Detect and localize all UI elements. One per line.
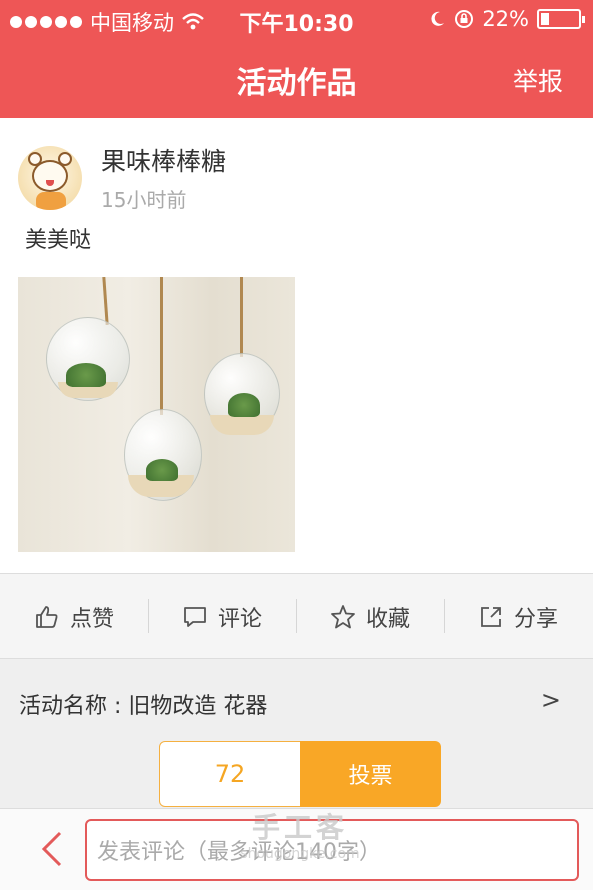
activity-row[interactable]: 活动名称 : 旧物改造 花器 > [0, 660, 593, 745]
share-button[interactable]: 分享 [444, 574, 592, 660]
vote-count: 72 [159, 741, 301, 807]
header: 中国移动 下午10:30 22% 活动作品 举报 [0, 0, 593, 118]
post-image[interactable] [18, 277, 295, 552]
action-bar: 点赞 评论 收藏 分享 [0, 573, 593, 659]
status-bar: 中国移动 下午10:30 22% [0, 0, 593, 38]
back-icon[interactable] [38, 829, 68, 869]
like-button[interactable]: 点赞 [0, 574, 148, 660]
comment-icon [184, 607, 206, 627]
share-icon [481, 607, 501, 627]
report-button[interactable]: 举报 [513, 62, 563, 98]
post-card: 果味棒棒糖 15小时前 美美哒 [0, 118, 593, 573]
thumbs-up-icon [36, 606, 58, 628]
post-text: 美美哒 [25, 228, 92, 253]
favorite-button[interactable]: 收藏 [296, 574, 444, 660]
chevron-right-icon: > [540, 686, 561, 714]
avatar[interactable] [18, 146, 82, 210]
page-title: 活动作品 [236, 66, 357, 101]
activity-name: 活动名称 : 旧物改造 花器 [19, 694, 268, 719]
username[interactable]: 果味棒棒糖 [101, 142, 226, 178]
battery-percent: 22% [482, 7, 529, 31]
comment-button[interactable]: 评论 [148, 574, 296, 660]
star-icon [331, 605, 355, 629]
moon-icon [431, 11, 445, 26]
battery-icon [537, 9, 585, 29]
comment-bar: 发表评论（最多评论140字） [0, 808, 593, 890]
vote-widget: 72 投票 [159, 741, 441, 807]
comment-input[interactable]: 发表评论（最多评论140字） [85, 819, 579, 881]
post-time: 15小时前 [101, 188, 187, 212]
vote-button[interactable]: 投票 [300, 741, 441, 807]
rotation-lock-icon [455, 10, 474, 28]
